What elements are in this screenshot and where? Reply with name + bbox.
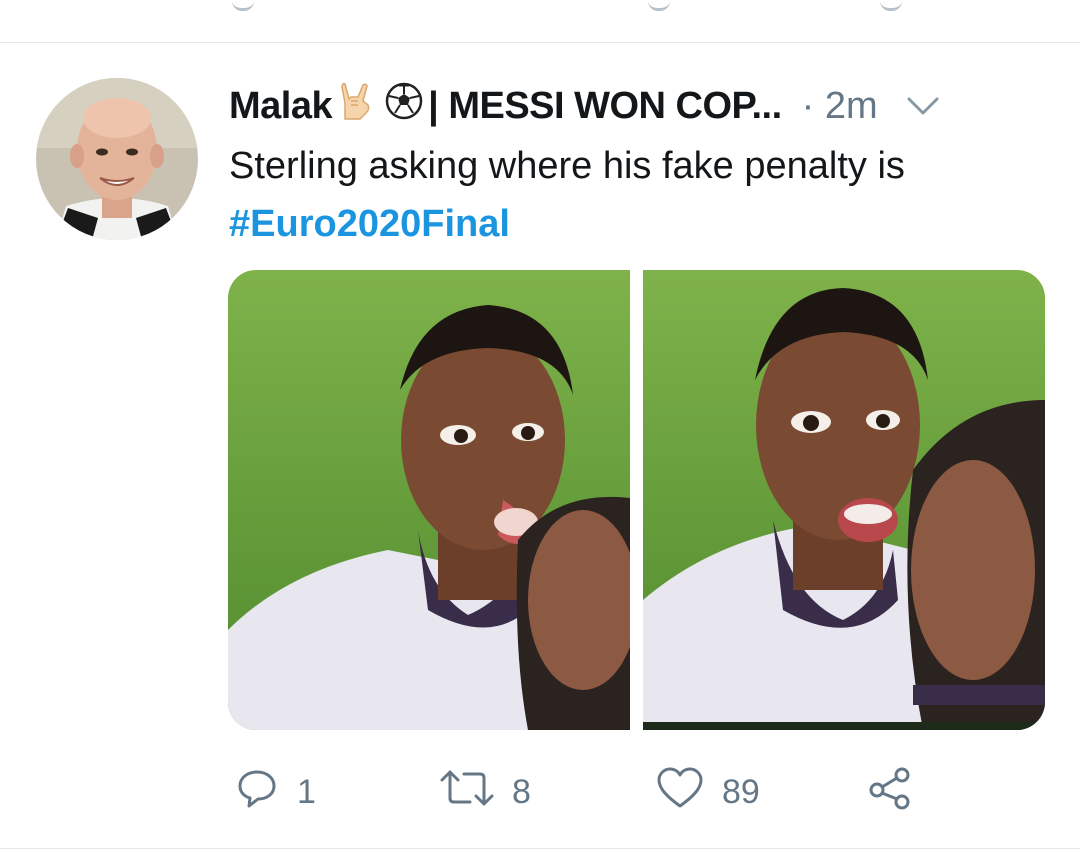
divider-bottom <box>0 848 1080 849</box>
chevron-down-icon[interactable] <box>906 96 940 121</box>
retweet-button[interactable]: 8 <box>440 762 531 822</box>
sign-of-horns-icon <box>336 81 376 131</box>
reply-button[interactable]: 1 <box>235 762 316 822</box>
tweet-text: Sterling asking where his fake penalty i… <box>229 137 1049 253</box>
avatar-image <box>36 78 198 240</box>
share-icon-fragment <box>880 0 902 11</box>
divider-top <box>0 42 1080 43</box>
media-image-1[interactable] <box>228 270 630 730</box>
like-icon-fragment <box>648 0 670 11</box>
like-button[interactable]: 89 <box>656 762 760 822</box>
media-image-2[interactable] <box>643 270 1045 730</box>
hashtag-link[interactable]: #Euro2020Final <box>229 195 1049 253</box>
timestamp[interactable]: · 2m <box>802 85 878 128</box>
tweet-body: Sterling asking where his fake penalty i… <box>229 145 905 187</box>
timestamp-separator: · <box>801 84 815 127</box>
retweet-icon <box>440 766 494 819</box>
soccer-ball-icon <box>384 81 424 131</box>
reply-count: 1 <box>297 772 316 811</box>
tweet-header: Malak | MESSI WON COP... · 2m <box>229 80 1049 132</box>
heart-icon <box>656 766 704 819</box>
like-count: 89 <box>722 772 760 811</box>
previous-tweet-actions <box>0 0 1080 42</box>
share-icon <box>866 764 914 821</box>
display-name: Malak <box>229 84 333 127</box>
display-name-suffix: | MESSI WON COP... <box>428 84 782 127</box>
timestamp-value: 2m <box>824 84 878 127</box>
avatar[interactable] <box>36 78 198 240</box>
reply-icon-fragment <box>232 0 254 11</box>
tweet-actions: 1 8 89 <box>0 762 1080 822</box>
display-name-row[interactable]: Malak | MESSI WON COP... <box>229 81 782 131</box>
share-button[interactable] <box>866 762 914 822</box>
retweet-count: 8 <box>512 772 531 811</box>
reply-icon <box>235 766 279 819</box>
